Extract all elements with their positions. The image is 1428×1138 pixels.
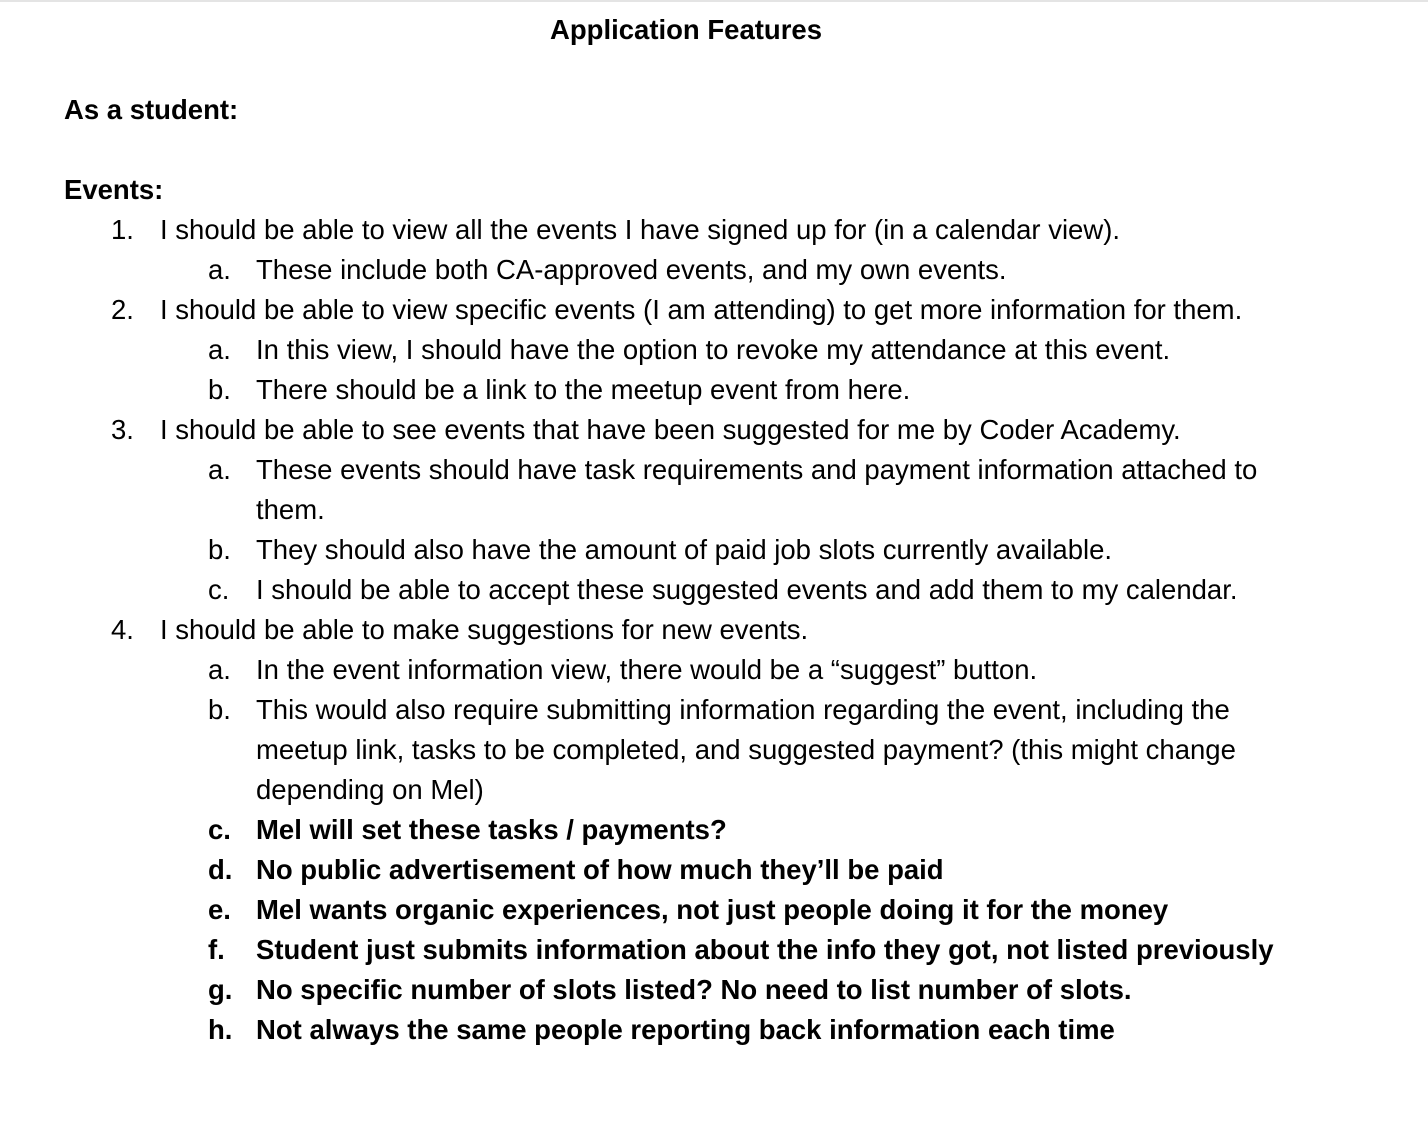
sub-list-marker: c. [208, 574, 230, 605]
list-item-text: I should be able to view all the events … [160, 214, 1121, 245]
sub-list-item: c. I should be able to accept these sugg… [0, 570, 1428, 610]
sub-list-marker: b. [208, 534, 231, 565]
sub-list-item: b. They should also have the amount of p… [0, 530, 1428, 570]
sub-list-item: b. This would also require submitting in… [0, 690, 1428, 810]
sub-list-item-text: Student just submits information about t… [256, 934, 1274, 965]
top-divider [0, 0, 1428, 2]
sub-list-marker: c. [208, 814, 231, 845]
sub-list-marker: a. [208, 654, 231, 685]
list-item-text: I should be able to view specific events… [160, 294, 1243, 325]
sub-list-marker: b. [208, 374, 231, 405]
sub-list-marker: g. [208, 974, 233, 1005]
list-marker: 4. [111, 614, 134, 645]
sub-list-item-text: Mel will set these tasks / payments? [256, 814, 727, 845]
sub-list-item-note: c. Mel will set these tasks / payments? [0, 810, 1428, 850]
sub-list-marker: a. [208, 454, 231, 485]
list-item-text: I should be able to make suggestions for… [160, 614, 809, 645]
sub-list-item-note: h. Not always the same people reporting … [0, 1010, 1428, 1050]
list-marker: 1. [111, 214, 134, 245]
sub-list-marker: a. [208, 254, 231, 285]
list-item: 4. I should be able to make suggestions … [0, 610, 1428, 650]
sub-list-marker: a. [208, 334, 231, 365]
sub-list-item-note: f. Student just submits information abou… [0, 930, 1428, 970]
section-heading-events: Events: [64, 174, 164, 205]
sub-list-marker: b. [208, 694, 231, 725]
sub-list-item-note: e. Mel wants organic experiences, not ju… [0, 890, 1428, 930]
sub-list-item-text: No specific number of slots listed? No n… [256, 974, 1132, 1005]
sub-list-item-text: In the event information view, there wou… [256, 654, 1038, 685]
sub-list-item-text: These events should have task requiremen… [256, 454, 1258, 525]
sub-list-marker: e. [208, 894, 231, 925]
sub-list-marker: h. [208, 1014, 233, 1045]
sub-list-item: a. These events should have task require… [0, 450, 1428, 530]
sub-list-marker: f. [208, 934, 225, 965]
list-item: 2. I should be able to view specific eve… [0, 290, 1428, 330]
sub-list-item-text: In this view, I should have the option t… [256, 334, 1171, 365]
sub-list-item-text: Not always the same people reporting bac… [256, 1014, 1115, 1045]
role-heading: As a student: [64, 94, 239, 125]
sub-list-item: a. These include both CA-approved events… [0, 250, 1428, 290]
sub-list-item-text: Mel wants organic experiences, not just … [256, 894, 1169, 925]
sub-list-item: a. In this view, I should have the optio… [0, 330, 1428, 370]
events-feature-list: 1. I should be able to view all the even… [0, 210, 1428, 1050]
sub-list-item-text: There should be a link to the meetup eve… [256, 374, 911, 405]
sub-list-item-text: They should also have the amount of paid… [256, 534, 1113, 565]
sub-list-item-text: This would also require submitting infor… [256, 694, 1236, 805]
list-item: 3. I should be able to see events that h… [0, 410, 1428, 450]
list-marker: 2. [111, 294, 134, 325]
sub-list-item-text: No public advertisement of how much they… [256, 854, 944, 885]
sub-list-item-text: I should be able to accept these suggest… [256, 574, 1238, 605]
sub-list-item-note: g. No specific number of slots listed? N… [0, 970, 1428, 1010]
list-item-text: I should be able to see events that have… [160, 414, 1181, 445]
sub-list-item-note: d. No public advertisement of how much t… [0, 850, 1428, 890]
sub-list-item-text: These include both CA-approved events, a… [256, 254, 1007, 285]
list-marker: 3. [111, 414, 134, 445]
sub-list-item: a. In the event information view, there … [0, 650, 1428, 690]
sub-list-marker: d. [208, 854, 233, 885]
page-title: Application Features [550, 14, 822, 45]
sub-list-item: b. There should be a link to the meetup … [0, 370, 1428, 410]
list-item: 1. I should be able to view all the even… [0, 210, 1428, 250]
